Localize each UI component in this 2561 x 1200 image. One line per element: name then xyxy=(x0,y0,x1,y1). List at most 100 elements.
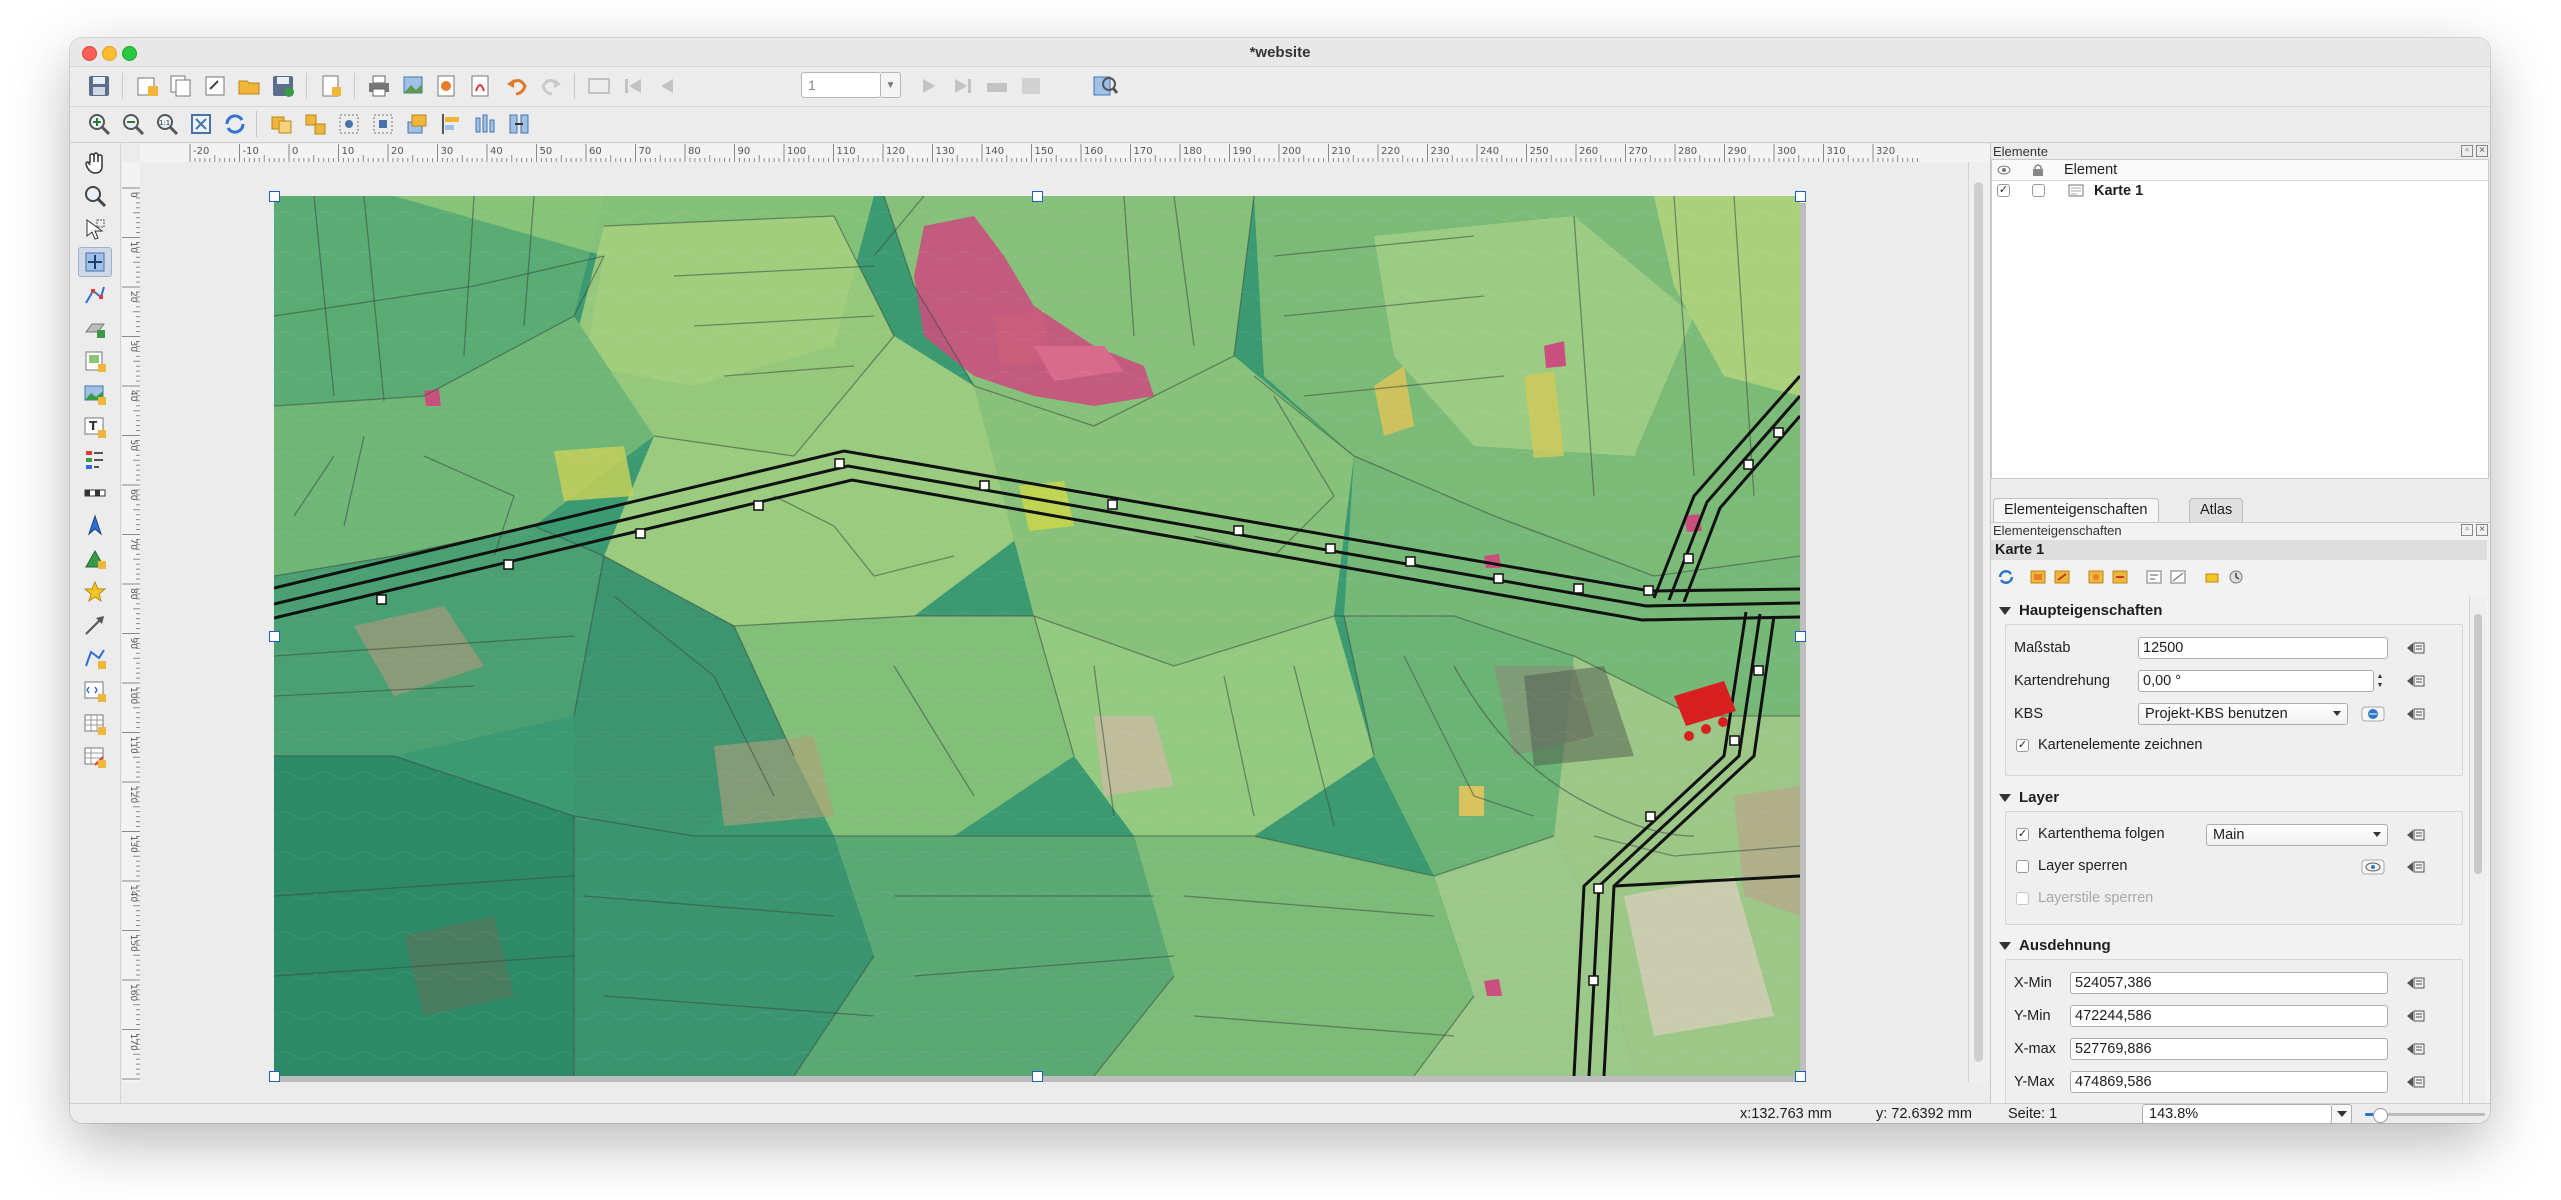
align-left-icon[interactable] xyxy=(436,109,466,139)
layout-page[interactable] xyxy=(269,191,1806,1082)
add-north-arrow-icon[interactable] xyxy=(78,511,112,541)
atlas-settings-icon[interactable] xyxy=(1090,71,1120,101)
ymin-input[interactable]: 472244,586 xyxy=(2070,1005,2388,1027)
layout-canvas[interactable] xyxy=(140,162,1990,1082)
clipping-settings-icon[interactable] xyxy=(2167,567,2189,587)
data-defined-override-icon[interactable] xyxy=(2402,638,2432,658)
add-nodes-icon[interactable] xyxy=(78,643,112,673)
zoom-dropdown[interactable] xyxy=(2332,1104,2352,1123)
resize-icon[interactable] xyxy=(504,109,534,139)
tab-item-properties[interactable]: Elementeigenschaften xyxy=(1993,498,2159,522)
selection-handle[interactable] xyxy=(269,191,280,202)
select-move-icon[interactable] xyxy=(78,214,112,244)
add-label-icon[interactable]: T xyxy=(78,412,112,442)
first-feature-icon[interactable] xyxy=(618,71,648,101)
canvas-vertical-scrollbar[interactable] xyxy=(1968,162,1989,1082)
close-panel-icon[interactable]: × xyxy=(2476,524,2488,536)
section-extent[interactable]: Ausdehnung xyxy=(1999,937,2111,954)
data-defined-override-icon[interactable] xyxy=(2402,1039,2432,1059)
selection-handle[interactable] xyxy=(1795,631,1806,642)
zoom-in-icon[interactable] xyxy=(84,109,114,139)
atlas-preview-icon[interactable] xyxy=(584,71,614,101)
selection-handle[interactable] xyxy=(1032,191,1043,202)
xmax-input[interactable]: 527769,886 xyxy=(2070,1038,2388,1060)
zoom-100-icon[interactable]: 1:1 xyxy=(152,109,182,139)
map-item-karte-1[interactable] xyxy=(274,196,1800,1076)
pan-hand-icon[interactable] xyxy=(78,148,112,178)
element-visible-checkbox[interactable]: ✓ xyxy=(1997,184,2010,197)
data-defined-override-icon[interactable] xyxy=(2402,825,2432,845)
redo-icon[interactable] xyxy=(536,71,566,101)
element-lock-checkbox[interactable] xyxy=(2032,184,2045,197)
open-folder-icon[interactable] xyxy=(234,71,264,101)
print-icon[interactable] xyxy=(364,71,394,101)
section-main-properties[interactable]: Haupteigenschaften xyxy=(1999,602,2162,619)
view-scale-icon[interactable] xyxy=(2109,567,2131,587)
rotation-input[interactable]: 0,00 ° xyxy=(2138,670,2374,692)
properties-scroll-area[interactable]: Haupteigenschaften Maßstab 12500 Kartend… xyxy=(1993,596,2467,1106)
last-feature-icon[interactable] xyxy=(948,71,978,101)
lock-layers-checkbox[interactable] xyxy=(2016,860,2029,873)
tab-atlas[interactable]: Atlas xyxy=(2189,498,2244,522)
zoom-input[interactable]: 143.8% xyxy=(2142,1104,2332,1123)
xmin-input[interactable]: 524057,386 xyxy=(2070,972,2388,994)
zoom-slider-knob[interactable] xyxy=(2373,1108,2389,1123)
data-defined-override-icon[interactable] xyxy=(2402,1072,2432,1092)
data-defined-override-icon[interactable] xyxy=(2402,1006,2432,1026)
layout-manager-icon[interactable] xyxy=(200,71,230,101)
close-panel-icon[interactable]: × xyxy=(2476,145,2488,157)
add-map-icon[interactable] xyxy=(78,346,112,376)
update-preview-icon[interactable] xyxy=(1995,567,2017,587)
rotation-spinner[interactable]: ▲ ▼ xyxy=(2374,670,2386,692)
lock-styles-checkbox[interactable] xyxy=(2016,892,2029,905)
label-settings-icon[interactable] xyxy=(2143,567,2165,587)
zoom-full-icon[interactable] xyxy=(186,109,216,139)
export-image-icon[interactable] xyxy=(398,71,428,101)
atlas-page-input[interactable]: 1 xyxy=(801,72,881,98)
unlock-items-icon[interactable] xyxy=(368,109,398,139)
add-shape-icon[interactable] xyxy=(78,544,112,574)
next-feature-icon[interactable] xyxy=(914,71,944,101)
selection-handle[interactable] xyxy=(1795,1071,1806,1082)
refresh-icon[interactable] xyxy=(220,109,250,139)
ymax-input[interactable]: 474869,586 xyxy=(2070,1071,2388,1093)
export-svg-icon[interactable] xyxy=(432,71,462,101)
scale-input[interactable]: 12500 xyxy=(2138,637,2388,659)
add-marker-icon[interactable] xyxy=(78,577,112,607)
draw-map-items-checkbox[interactable]: ✓ xyxy=(2016,739,2029,752)
distribute-icon[interactable] xyxy=(470,109,500,139)
set-scale-icon[interactable] xyxy=(2085,567,2107,587)
undo-icon[interactable] xyxy=(502,71,532,101)
bookmarks-icon[interactable] xyxy=(2201,567,2223,587)
save-icon[interactable] xyxy=(84,71,114,101)
scrollbar-thumb[interactable] xyxy=(2474,614,2482,874)
add-fixed-table-icon[interactable] xyxy=(78,742,112,772)
add-3d-map-icon[interactable] xyxy=(78,313,112,343)
zoom-slider[interactable] xyxy=(2365,1108,2485,1123)
add-arrow-icon[interactable] xyxy=(78,610,112,640)
add-picture-icon[interactable] xyxy=(78,379,112,409)
section-layers[interactable]: Layer xyxy=(1999,789,2059,806)
add-legend-icon[interactable] xyxy=(78,445,112,475)
add-attribute-table-icon[interactable] xyxy=(78,709,112,739)
float-panel-icon[interactable]: ▫ xyxy=(2461,145,2473,157)
temporal-icon[interactable] xyxy=(2225,567,2247,587)
edit-nodes-icon[interactable] xyxy=(78,280,112,310)
add-html-icon[interactable] xyxy=(78,676,112,706)
data-defined-override-icon[interactable] xyxy=(2402,857,2432,877)
map-theme-combobox[interactable]: Main xyxy=(2206,824,2388,846)
save-as-template-icon[interactable] xyxy=(268,71,298,101)
data-defined-override-icon[interactable] xyxy=(2402,671,2432,691)
ungroup-items-icon[interactable] xyxy=(300,109,330,139)
previous-feature-icon[interactable] xyxy=(652,71,682,101)
add-scalebar-icon[interactable] xyxy=(78,478,112,508)
selection-handle[interactable] xyxy=(269,1071,280,1082)
add-page-icon[interactable] xyxy=(316,71,346,101)
scrollbar-thumb[interactable] xyxy=(1974,182,1983,1062)
selection-handle[interactable] xyxy=(269,631,280,642)
group-items-icon[interactable] xyxy=(266,109,296,139)
zoom-tool-icon[interactable] xyxy=(78,181,112,211)
export-pdf-icon[interactable] xyxy=(466,71,496,101)
layer-visibility-icon[interactable] xyxy=(2358,857,2388,877)
follow-theme-checkbox[interactable]: ✓ xyxy=(2016,828,2029,841)
